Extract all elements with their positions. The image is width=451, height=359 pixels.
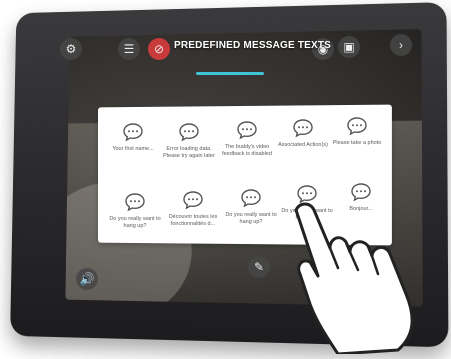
- next-button[interactable]: ›: [390, 34, 412, 56]
- message-label: Découvrir toutes les fonctionnalités d..…: [168, 214, 218, 227]
- camera-off-icon: ⊘: [153, 42, 165, 56]
- sliders-icon: ☰: [123, 42, 135, 56]
- settings-button[interactable]: ⚙: [60, 38, 82, 60]
- chat-bubble-icon: [182, 190, 204, 210]
- message-label: The buddy's video feedback is disabled: [222, 144, 272, 157]
- gallery-icon: ▣: [343, 40, 355, 54]
- camera-off-button[interactable]: ⊘: [148, 38, 170, 60]
- chat-bubble-icon: [346, 116, 368, 136]
- settings-icon: ⚙: [65, 42, 77, 56]
- chat-bubble-icon: [292, 118, 314, 138]
- title-underline: [196, 72, 264, 75]
- chat-bubble-icon: [122, 122, 144, 142]
- message-label: Do you really want to hang up?: [109, 216, 161, 229]
- message-item[interactable]: Découvrir toutes les fonctionnalités d..…: [164, 190, 222, 228]
- chat-bubble-icon: [124, 192, 146, 212]
- message-item[interactable]: Do you really want to hang up?: [222, 188, 280, 226]
- message-item[interactable]: Associated Action(s): [274, 118, 332, 149]
- gallery-button[interactable]: ▣: [338, 36, 360, 58]
- message-label: Your first name...: [112, 146, 154, 152]
- message-item[interactable]: Do you really want to hang up?: [106, 192, 164, 230]
- page-title: PREDEFINED MESSAGE TEXTS: [174, 40, 332, 51]
- chat-bubble-icon: [240, 188, 262, 208]
- speaker-icon: 🔊: [79, 272, 95, 286]
- sliders-button[interactable]: ☰: [118, 38, 140, 60]
- chat-bubble-icon: [178, 122, 200, 142]
- message-item[interactable]: Your first name...: [104, 122, 162, 153]
- message-label: Please take a photo: [332, 140, 382, 146]
- speaker-button[interactable]: 🔊: [76, 268, 98, 290]
- chevron-right-icon: ›: [399, 38, 403, 52]
- message-label: Do you really want to hang up?: [225, 212, 277, 225]
- message-label: Error loading data. Please try again lat…: [163, 146, 215, 159]
- edit-icon: ✎: [253, 260, 265, 274]
- edit-button[interactable]: ✎: [248, 256, 270, 278]
- message-item[interactable]: The buddy's video feedback is disabled: [218, 120, 276, 158]
- chat-bubble-icon: [236, 120, 258, 140]
- message-item[interactable]: Please take a photo: [328, 116, 386, 147]
- message-label: Associated Action(s): [278, 142, 328, 148]
- pointing-hand-illustration: [278, 186, 448, 356]
- message-item[interactable]: Error loading data. Please try again lat…: [160, 122, 218, 160]
